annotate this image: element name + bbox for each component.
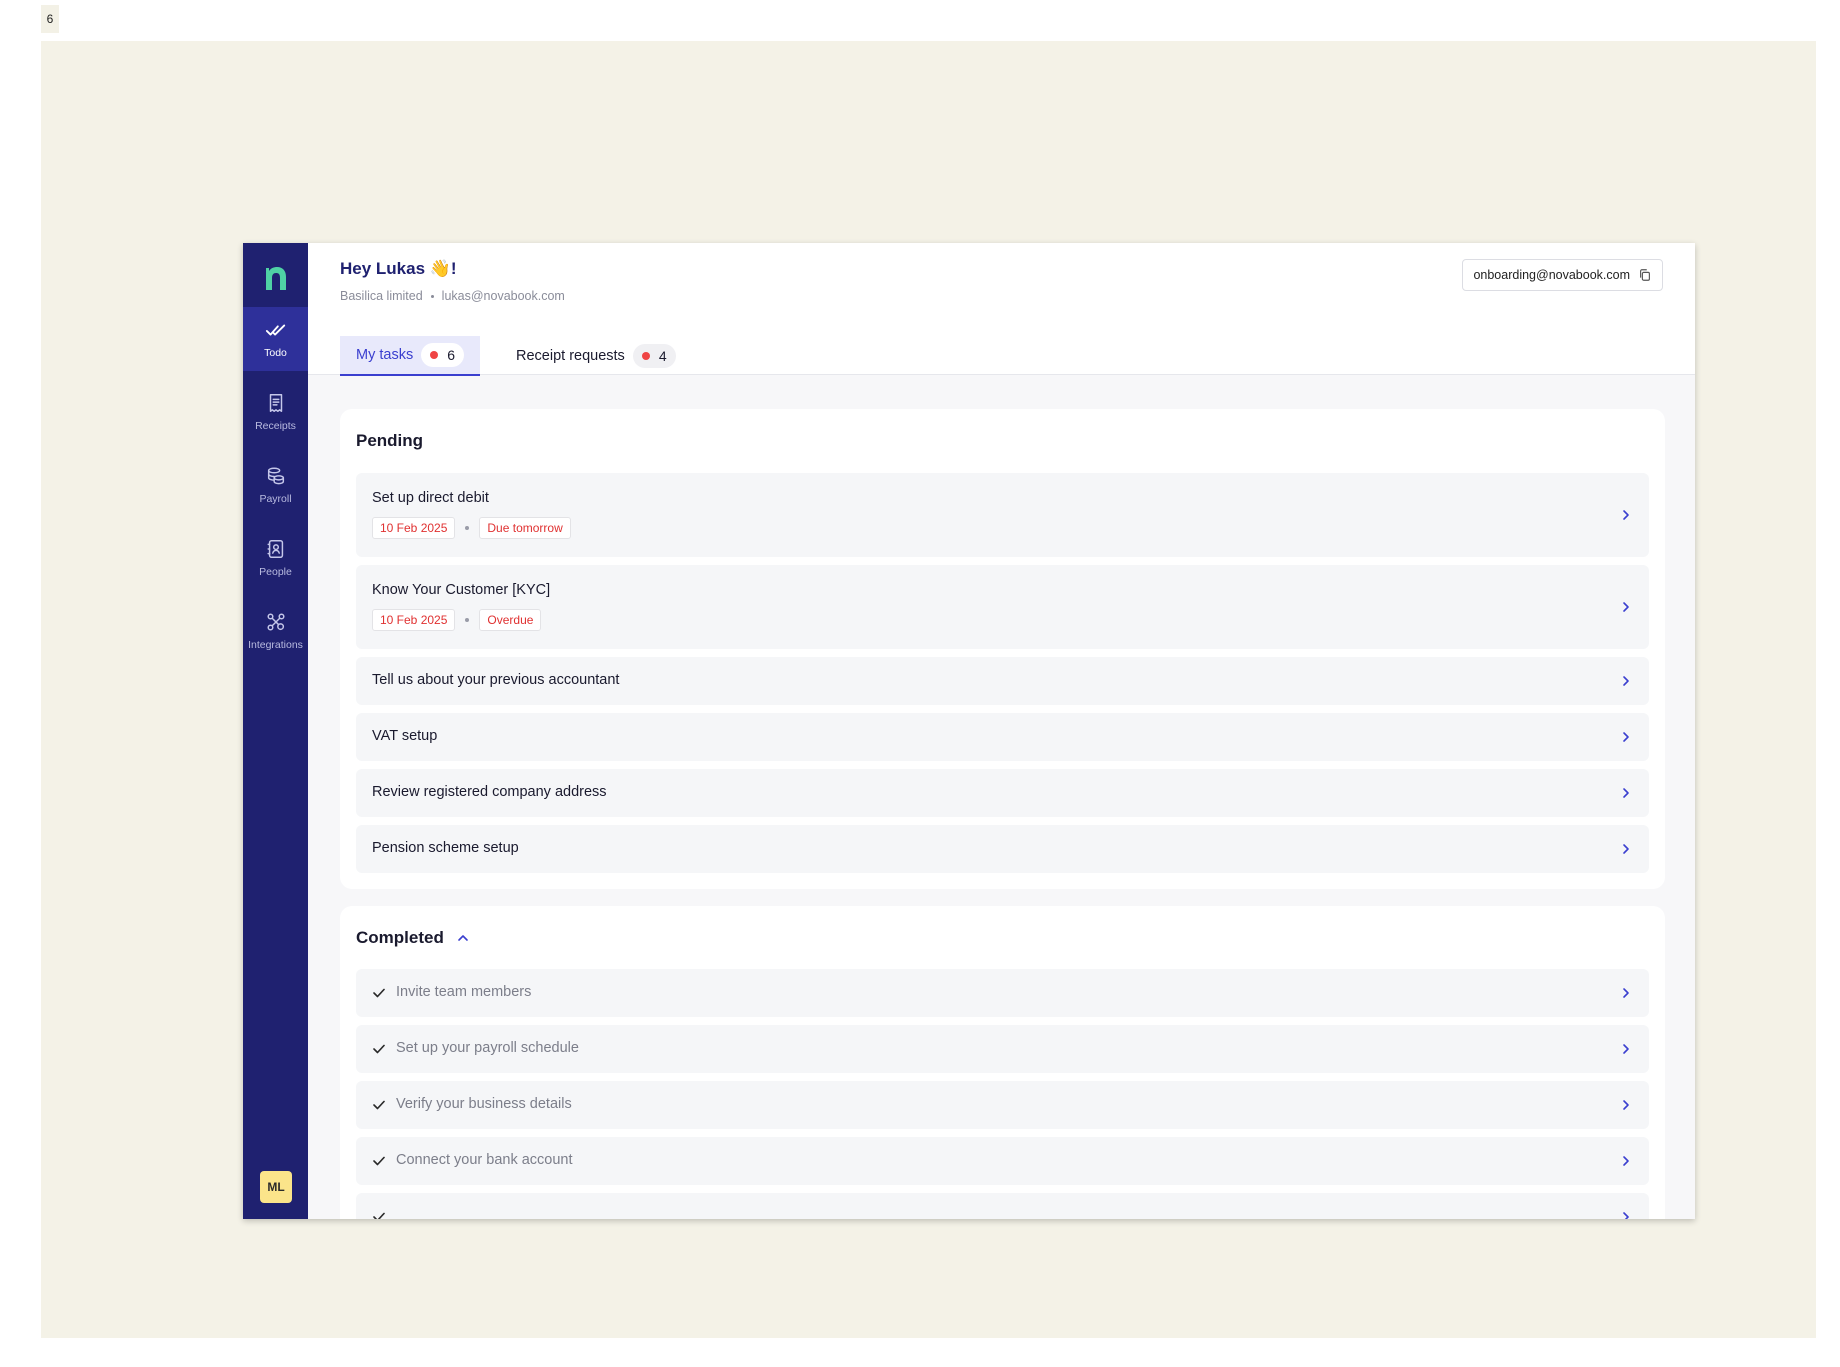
chevron-right-icon: [1623, 602, 1629, 612]
completed-task-row-partial[interactable]: [356, 1193, 1649, 1219]
task-meta: 10 Feb 2025 Overdue: [372, 609, 542, 631]
page-title: Hey Lukas 👋!: [340, 259, 457, 278]
canvas-background: Todo Receipts Payroll People Integration…: [41, 41, 1816, 1338]
task-row[interactable]: Tell us about your previous accountant: [356, 657, 1649, 705]
app-window: Todo Receipts Payroll People Integration…: [243, 243, 1695, 1219]
contact-book-icon: [266, 540, 283, 558]
receipt-icon: [269, 394, 282, 412]
chevron-right-icon: [1623, 1100, 1629, 1110]
tab-label: My tasks: [356, 347, 414, 363]
frame-number-label: 6: [41, 5, 59, 33]
sidebar-item-payroll[interactable]: Payroll: [243, 453, 308, 517]
chevron-right-icon: [1623, 1044, 1629, 1054]
completed-title: Completed: [356, 928, 444, 947]
coins-icon: [267, 467, 284, 485]
count-value: 4: [658, 348, 667, 364]
onboarding-email-box[interactable]: onboarding@novabook.com: [1462, 259, 1663, 291]
task-title: Invite team members: [396, 984, 532, 1000]
completed-task-row[interactable]: Set up your payroll schedule: [356, 1025, 1649, 1073]
chevron-up-icon[interactable]: [456, 931, 470, 945]
chevron-right-icon: [1623, 510, 1629, 520]
check-icon: [373, 1212, 385, 1219]
sidebar-item-label: Receipts: [255, 420, 296, 432]
chevron-right-icon: [1623, 844, 1629, 854]
integrations-icon: [266, 613, 285, 631]
task-row[interactable]: VAT setup: [356, 713, 1649, 761]
status-tag: Due tomorrow: [479, 517, 571, 539]
account-subline: Basilica limited lukas@novabook.com: [340, 289, 565, 303]
task-row[interactable]: Know Your Customer [KYC] 10 Feb 2025 Ove…: [356, 565, 1649, 649]
date-tag: 10 Feb 2025: [372, 517, 456, 539]
sidebar-item-label: Todo: [264, 347, 287, 359]
task-tabs: My tasks 6 Receipt requests 4: [340, 336, 692, 376]
task-title: Tell us about your previous accountant: [372, 672, 620, 688]
double-check-icon: [265, 324, 285, 336]
separator-dot: [465, 618, 470, 622]
task-title: Connect your bank account: [396, 1152, 573, 1168]
sidebar-item-integrations[interactable]: Integrations: [243, 599, 308, 663]
chevron-right-icon: [1623, 1212, 1629, 1219]
check-icon: [373, 1100, 385, 1110]
alert-dot: [641, 352, 650, 360]
task-row[interactable]: Pension scheme setup: [356, 825, 1649, 873]
completed-header[interactable]: Completed: [356, 928, 470, 948]
count-badge: 6: [421, 343, 464, 367]
sidebar-item-todo[interactable]: Todo: [243, 307, 308, 371]
tab-my-tasks[interactable]: My tasks 6: [340, 336, 480, 376]
sidebar-item-label: People: [259, 566, 292, 578]
user-email: lukas@novabook.com: [441, 289, 565, 303]
count-badge: 4: [632, 344, 676, 368]
alert-dot: [430, 351, 439, 359]
sidebar-item-label: Payroll: [259, 493, 292, 505]
logo-icon: [265, 267, 286, 290]
task-title: Review registered company address: [372, 784, 607, 800]
sidebar-item-people[interactable]: People: [243, 526, 308, 590]
separator-dot: [465, 526, 470, 530]
task-title: VAT setup: [372, 728, 438, 744]
chevron-right-icon: [1623, 1156, 1629, 1166]
chevron-right-icon: [1623, 732, 1629, 742]
task-row[interactable]: Review registered company address: [356, 769, 1649, 817]
sidebar: Todo Receipts Payroll People Integration…: [243, 243, 308, 1219]
separator-dot: [430, 294, 434, 298]
check-icon: [373, 1044, 385, 1054]
tab-label: Receipt requests: [516, 348, 625, 364]
completed-task-row[interactable]: Verify your business details: [356, 1081, 1649, 1129]
task-title: Set up direct debit: [372, 490, 489, 506]
completed-task-row[interactable]: Invite team members: [356, 969, 1649, 1017]
status-tag: Overdue: [479, 609, 542, 631]
pending-card: Pending Set up direct debit 10 Feb 2025 …: [340, 409, 1665, 889]
date-tag: 10 Feb 2025: [372, 609, 456, 631]
completed-card: Completed Invite team members Set up you…: [340, 906, 1665, 1219]
company-name: Basilica limited: [340, 289, 423, 303]
tab-receipt-requests[interactable]: Receipt requests 4: [500, 336, 692, 376]
task-row[interactable]: Set up direct debit 10 Feb 2025 Due tomo…: [356, 473, 1649, 557]
task-meta: 10 Feb 2025 Due tomorrow: [372, 517, 571, 539]
chevron-right-icon: [1623, 988, 1629, 998]
chevron-right-icon: [1623, 788, 1629, 798]
task-title: Pension scheme setup: [372, 840, 519, 856]
logo[interactable]: [243, 257, 308, 297]
sidebar-item-label: Integrations: [248, 639, 303, 651]
page-header: Hey Lukas 👋! Basilica limited lukas@nova…: [308, 243, 1695, 376]
pending-title: Pending: [356, 431, 424, 450]
check-icon: [373, 1156, 385, 1166]
check-icon: [373, 988, 385, 998]
task-title: Know Your Customer [KYC]: [372, 582, 551, 598]
chevron-right-icon: [1623, 676, 1629, 686]
main-content: Hey Lukas 👋! Basilica limited lukas@nova…: [308, 243, 1695, 1219]
avatar[interactable]: ML: [260, 1171, 292, 1203]
copy-icon[interactable]: [1638, 268, 1652, 282]
completed-task-row[interactable]: Connect your bank account: [356, 1137, 1649, 1185]
task-title: Verify your business details: [396, 1096, 572, 1112]
count-value: 6: [447, 347, 455, 363]
sidebar-item-receipts[interactable]: Receipts: [243, 380, 308, 444]
onboarding-email: onboarding@novabook.com: [1473, 268, 1630, 282]
task-title: Set up your payroll schedule: [396, 1040, 579, 1056]
